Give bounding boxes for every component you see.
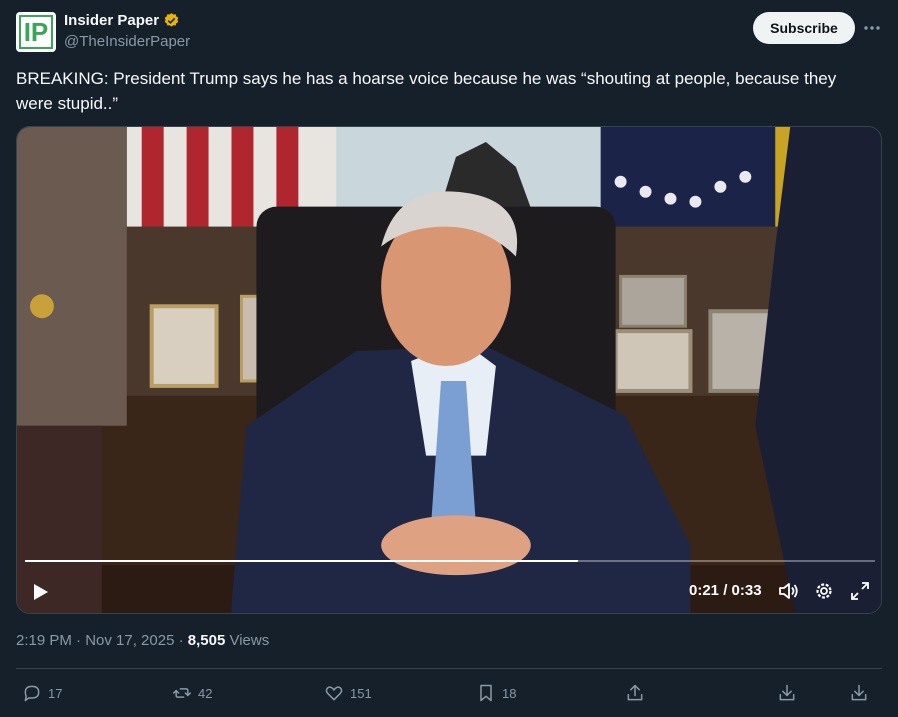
tweet-text: BREAKING: President Trump says he has a …: [16, 69, 837, 113]
tweet-meta: 2:19 PM · Nov 17, 2025 · 8,505 Views: [16, 632, 269, 649]
like-count: 151: [350, 685, 372, 701]
download-button-2[interactable]: [849, 676, 869, 710]
share-button[interactable]: [625, 676, 645, 710]
video-progress-bar[interactable]: [25, 560, 875, 562]
repost-button[interactable]: 42: [172, 676, 212, 710]
video-time: 0:21 / 0:33: [689, 582, 762, 599]
volume-icon[interactable]: [777, 580, 799, 602]
author-display-name[interactable]: Insider Paper: [64, 12, 159, 29]
settings-gear-icon[interactable]: [813, 580, 835, 602]
bookmark-button[interactable]: 18: [476, 676, 516, 710]
reply-icon: [24, 685, 40, 702]
tweet-actions: 17 42 151 18: [0, 676, 898, 710]
bookmark-icon: [480, 684, 492, 702]
video-progress-fill: [25, 560, 578, 562]
author-name-row: Insider Paper: [64, 12, 180, 29]
views-count: 8,505: [187, 632, 226, 649]
author-avatar[interactable]: IP: [16, 12, 56, 52]
divider: [16, 668, 882, 669]
download-button[interactable]: [777, 676, 797, 710]
verified-badge-icon[interactable]: [163, 12, 180, 29]
more-options-icon[interactable]: [862, 18, 882, 38]
video-player[interactable]: 0:21 / 0:33: [16, 126, 882, 614]
avatar-logo: IP: [18, 15, 54, 49]
video-frame: [17, 127, 881, 613]
subscribe-button[interactable]: Subscribe: [753, 12, 855, 44]
meta-separator: ·: [174, 632, 188, 649]
repost-count: 42: [198, 685, 213, 701]
tweet-timestamp[interactable]: 2:19 PM · Nov 17, 2025: [16, 632, 174, 649]
author-handle[interactable]: @TheInsiderPaper: [64, 33, 190, 50]
download-icon: [851, 684, 867, 701]
repost-icon: [172, 688, 192, 698]
share-icon: [627, 684, 643, 701]
views-label: Views: [225, 632, 270, 649]
reply-count: 17: [48, 685, 63, 701]
like-button[interactable]: 151: [324, 676, 372, 710]
reply-button[interactable]: 17: [22, 676, 62, 710]
play-icon[interactable]: [29, 581, 51, 603]
fullscreen-icon[interactable]: [849, 580, 871, 602]
heart-icon: [325, 686, 343, 701]
bookmark-count: 18: [502, 685, 517, 701]
download-icon: [779, 684, 795, 701]
